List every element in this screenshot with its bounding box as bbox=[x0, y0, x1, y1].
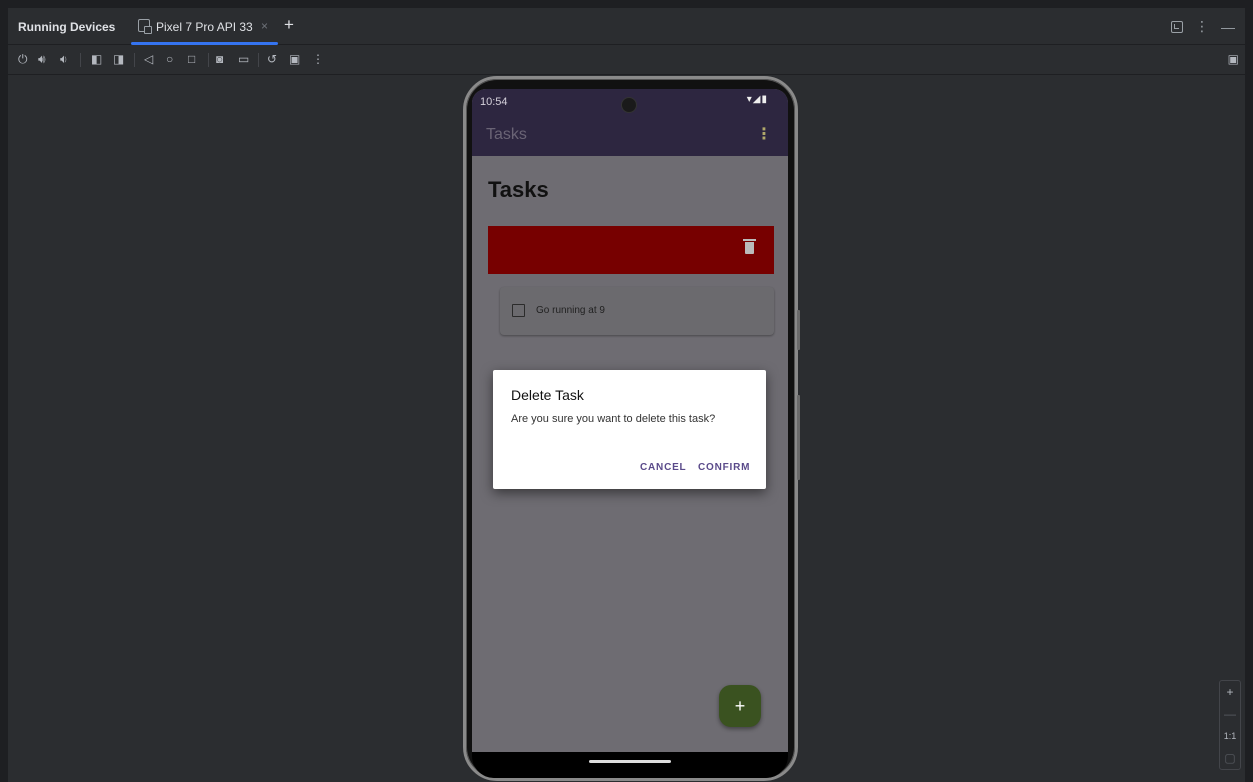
gesture-nav-bar bbox=[472, 752, 788, 778]
swipe-delete-background bbox=[488, 226, 774, 274]
toolbar-divider bbox=[80, 53, 81, 67]
cancel-button[interactable]: CANCEL bbox=[640, 462, 686, 473]
power-side-button bbox=[797, 310, 800, 350]
page-title: Tasks bbox=[488, 177, 549, 202]
close-tab-icon[interactable]: × bbox=[261, 19, 268, 33]
add-task-fab[interactable]: + bbox=[719, 685, 761, 727]
hide-window-icon[interactable] bbox=[1171, 20, 1183, 33]
device-icon bbox=[138, 19, 152, 34]
device-tab-label: Pixel 7 Pro API 33 bbox=[156, 20, 253, 34]
app-bar: Tasks ⋮ bbox=[472, 113, 788, 156]
zoom-in-button[interactable]: + bbox=[1220, 681, 1240, 703]
trash-icon bbox=[743, 239, 756, 254]
status-icons: ▾◢▮ bbox=[746, 94, 768, 105]
app-bar-title: Tasks bbox=[486, 126, 527, 143]
screen-record-icon[interactable]: ▭ bbox=[238, 52, 249, 68]
home-icon[interactable]: ○ bbox=[166, 52, 173, 68]
options-menu-icon[interactable]: ⋮ bbox=[1195, 18, 1209, 35]
add-device-tab-button[interactable]: + bbox=[284, 15, 294, 35]
front-camera bbox=[621, 97, 637, 113]
task-checkbox[interactable] bbox=[512, 304, 525, 317]
delete-task-dialog: Delete Task Are you sure you want to del… bbox=[493, 370, 766, 489]
tab-pixel-7-pro[interactable]: Pixel 7 Pro API 33 × bbox=[128, 8, 278, 45]
toolbar-divider bbox=[208, 53, 209, 67]
header-actions: ⋮ — bbox=[1171, 18, 1235, 35]
rotate-left-icon[interactable]: ◧ bbox=[91, 52, 102, 68]
volume-up-icon[interactable]: 🔊︎ bbox=[38, 52, 46, 68]
dialog-title: Delete Task bbox=[511, 387, 584, 403]
zoom-controls: + — 1:1 ▢ bbox=[1219, 680, 1241, 770]
device-mirror-icon[interactable]: ▣ bbox=[1228, 52, 1239, 68]
toolbar-divider bbox=[134, 53, 135, 67]
tool-window-header: Running Devices Pixel 7 Pro API 33 × + ⋮… bbox=[8, 8, 1245, 45]
undo-icon[interactable]: ↺ bbox=[267, 52, 277, 68]
rotate-right-icon[interactable]: ◨ bbox=[113, 52, 124, 68]
snapshot-icon[interactable]: ▣ bbox=[289, 52, 300, 68]
device-toolbar: ⏻ 🔊︎ 🔉︎ ◧ ◨ ◁ ○ □ ◙ ▭ ↺ ▣ ⋮ ▣ bbox=[8, 45, 1245, 75]
tool-window-title: Running Devices bbox=[18, 20, 116, 34]
status-bar: 10:54 ▾◢▮ bbox=[472, 89, 788, 113]
zoom-fit-button[interactable]: ▢ bbox=[1220, 747, 1240, 769]
task-item[interactable]: Go running at 9 bbox=[500, 287, 774, 335]
power-icon[interactable]: ⏻ bbox=[18, 52, 28, 68]
volume-down-icon[interactable]: 🔉︎ bbox=[60, 52, 68, 68]
toolbar-divider bbox=[258, 53, 259, 67]
overview-icon[interactable]: □ bbox=[188, 52, 195, 68]
minimize-icon[interactable]: — bbox=[1221, 19, 1235, 35]
back-icon[interactable]: ◁ bbox=[144, 52, 153, 68]
more-icon[interactable]: ⋮ bbox=[312, 52, 324, 68]
task-text: Go running at 9 bbox=[536, 305, 605, 316]
confirm-button[interactable]: CONFIRM bbox=[698, 462, 750, 473]
dialog-message: Are you sure you want to delete this tas… bbox=[511, 413, 716, 425]
zoom-out-button[interactable]: — bbox=[1220, 703, 1240, 725]
volume-side-button bbox=[797, 395, 800, 480]
zoom-actual-size-button[interactable]: 1:1 bbox=[1220, 725, 1240, 747]
overflow-menu-icon[interactable]: ⋮ bbox=[756, 124, 772, 144]
home-gesture-handle[interactable] bbox=[589, 760, 671, 763]
status-time: 10:54 bbox=[480, 96, 508, 108]
screenshot-icon[interactable]: ◙ bbox=[216, 52, 223, 68]
